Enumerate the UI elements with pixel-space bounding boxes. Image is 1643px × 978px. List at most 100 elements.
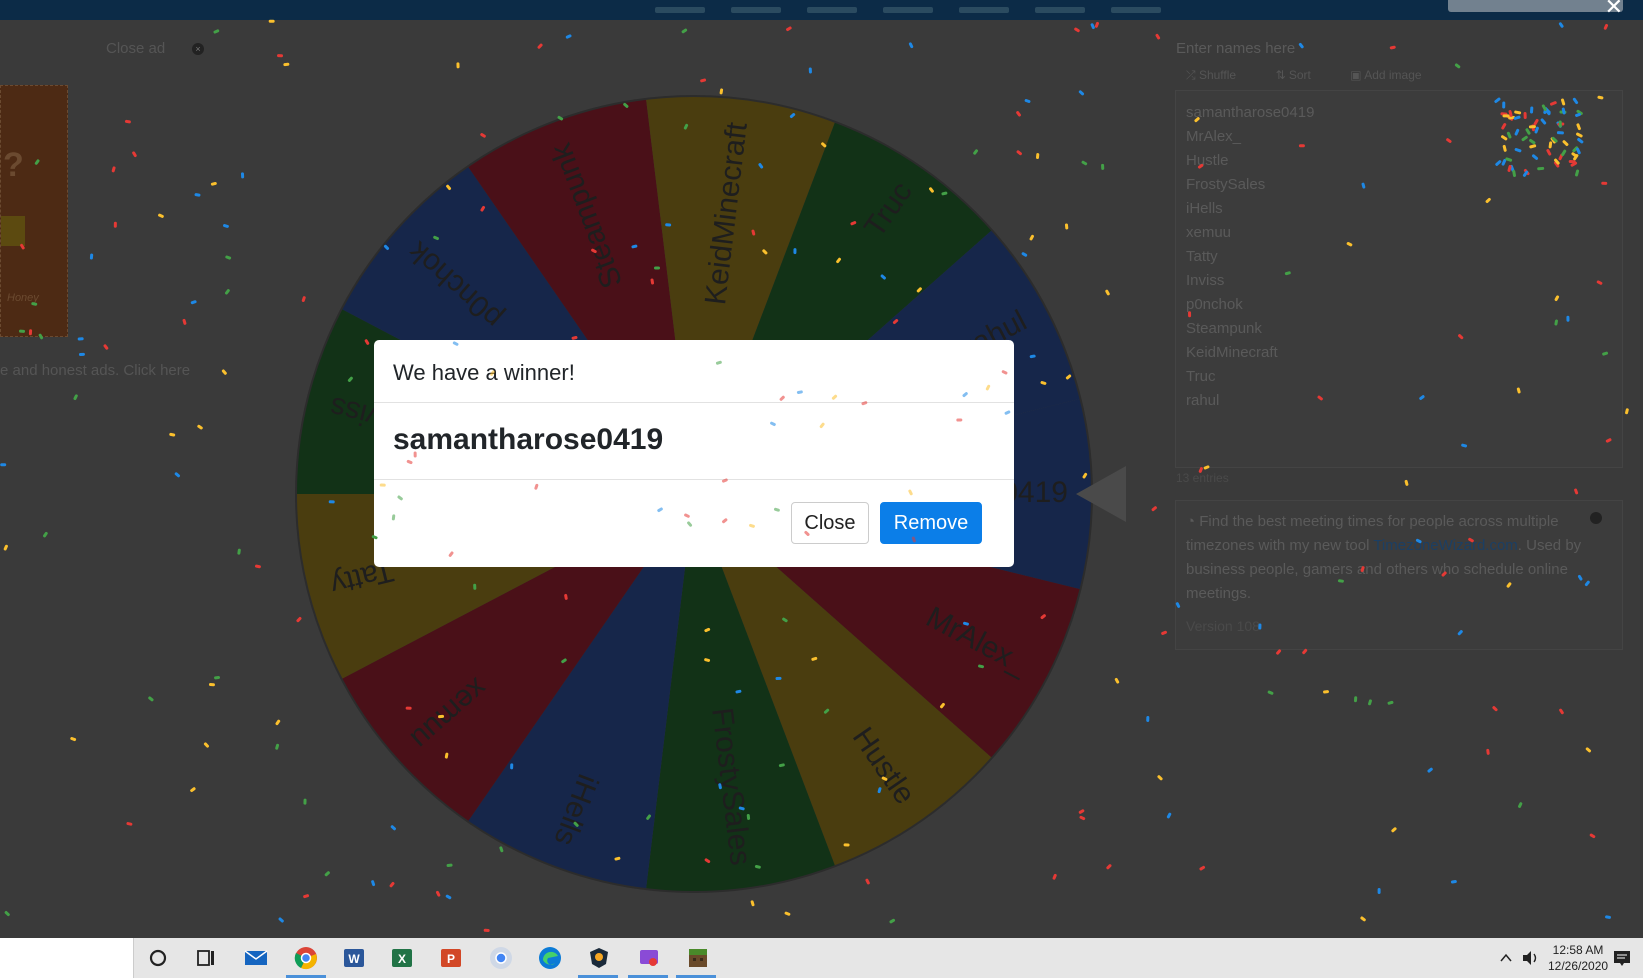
confetti-piece: [1298, 42, 1304, 49]
snip-icon[interactable]: [637, 946, 661, 970]
language-select[interactable]: [1448, 0, 1623, 12]
name-entry: xemuu: [1186, 224, 1232, 241]
clock-icon: ◔: [1186, 513, 1200, 530]
confetti-piece: [456, 62, 460, 69]
close-ad-icon[interactable]: ×: [192, 43, 204, 55]
confetti-piece: [208, 683, 215, 687]
name-entry: KeidMinecraft: [1186, 344, 1278, 361]
confetti-piece: [240, 172, 245, 179]
confetti-piece: [190, 300, 197, 305]
name-entry: MrAlex_: [1186, 128, 1242, 145]
add-image-button[interactable]: ▣ Add image: [1350, 68, 1439, 82]
confetti-piece: [43, 531, 48, 538]
confetti-piece: [3, 544, 8, 551]
shuffle-button[interactable]: ⤮ Shuffle: [1186, 68, 1254, 82]
honest-ads-link[interactable]: e and honest ads. Click here: [0, 362, 190, 379]
confetti-piece: [786, 26, 792, 32]
sort-button[interactable]: ⇅ Sort: [1275, 68, 1328, 82]
confetti-piece: [1576, 123, 1581, 131]
confetti-piece: [1094, 21, 1099, 28]
confetti-piece: [1525, 128, 1531, 135]
confetti-piece: [908, 42, 914, 49]
edge-icon[interactable]: [538, 946, 562, 970]
dialog-body: samantharose0419: [374, 403, 1014, 480]
volume-icon[interactable]: [1520, 948, 1540, 968]
confetti-piece: [1513, 115, 1521, 120]
confetti-piece: [1501, 135, 1508, 141]
brave-icon[interactable]: [587, 946, 611, 970]
name-entry: Truc: [1186, 368, 1216, 385]
add-image-label: Add image: [1364, 68, 1422, 82]
confetti-piece: [1576, 109, 1583, 115]
ad-banner[interactable]: ? Honey: [0, 85, 68, 337]
confetti-piece: [214, 675, 221, 680]
confetti-piece: [1161, 630, 1167, 635]
confetti-piece: [1537, 166, 1545, 171]
confetti-piece: [1101, 163, 1105, 170]
chevron-down-icon[interactable]: [1590, 512, 1602, 524]
chrome-icon[interactable]: [294, 946, 318, 970]
taskbar-search[interactable]: [0, 938, 134, 978]
confetti-piece: [483, 928, 490, 933]
chevron-up-icon[interactable]: [1498, 950, 1514, 966]
confetti-piece: [1155, 33, 1161, 40]
word-icon[interactable]: W: [342, 946, 366, 970]
confetti-piece: [221, 369, 227, 375]
notification-icon[interactable]: [1612, 948, 1632, 968]
close-button[interactable]: Close: [791, 502, 869, 544]
close-ad-link[interactable]: Close ad: [106, 40, 165, 57]
confetti-piece: [158, 213, 164, 218]
confetti-piece: [1360, 916, 1366, 922]
confetti-piece: [73, 394, 78, 401]
confetti-piece: [1495, 160, 1502, 166]
confetti-piece: [700, 78, 707, 83]
confetti-piece: [1548, 141, 1553, 149]
confetti-piece: [268, 19, 275, 23]
confetti-piece: [103, 344, 109, 350]
excel-icon[interactable]: X: [390, 946, 414, 970]
minecraft-icon[interactable]: [686, 946, 710, 970]
confetti-piece: [1529, 144, 1537, 149]
mail-icon[interactable]: [244, 946, 268, 970]
confetti-piece: [1514, 110, 1522, 115]
powerpoint-icon[interactable]: P: [439, 946, 463, 970]
confetti-piece: [169, 432, 176, 437]
cortana-icon[interactable]: [146, 946, 170, 970]
chrome-alt-icon[interactable]: [489, 946, 513, 970]
confetti-piece: [1605, 915, 1611, 919]
task-view-icon[interactable]: [194, 946, 218, 970]
taskbar-clock[interactable]: 12:58 AM 12/26/2020: [1548, 942, 1608, 974]
name-entry: iHells: [1186, 200, 1223, 217]
confetti-piece: [1523, 111, 1527, 119]
confetti-piece: [1387, 700, 1394, 705]
names-list: samantharose0419 MrAlex_ Hustle FrostySales…: [1186, 101, 1314, 413]
confetti-piece: [213, 29, 220, 34]
confetti-piece: [1166, 812, 1172, 819]
confetti-piece: [124, 119, 131, 124]
confetti-piece: [1074, 27, 1080, 33]
confetti-piece: [1521, 135, 1528, 142]
confetti-piece: [0, 463, 7, 467]
confetti-piece: [1625, 408, 1629, 415]
name-entry: FrostySales: [1186, 176, 1266, 193]
timezone-wizard-link[interactable]: TimezoneWizard.com: [1373, 537, 1517, 554]
confetti-piece: [1157, 775, 1163, 781]
confetti-piece: [1404, 479, 1409, 486]
confetti-piece: [1151, 506, 1157, 512]
confetti-piece: [1589, 833, 1596, 839]
confetti-piece: [1502, 144, 1507, 152]
confetti-piece: [4, 911, 10, 917]
confetti-piece: [224, 289, 230, 295]
confetti-piece: [1105, 289, 1110, 296]
confetti-piece: [681, 28, 688, 34]
confetti-piece: [1556, 131, 1564, 135]
confetti-piece: [1577, 138, 1584, 144]
confetti-piece: [784, 911, 791, 916]
close-icon[interactable]: ✕: [1605, 0, 1623, 22]
confetti-piece: [182, 318, 187, 325]
confetti-piece: [1502, 114, 1510, 118]
remove-button[interactable]: Remove: [880, 502, 982, 544]
confetti-piece: [1199, 865, 1206, 871]
confetti-piece: [1576, 132, 1583, 138]
confetti-piece: [1353, 696, 1358, 703]
